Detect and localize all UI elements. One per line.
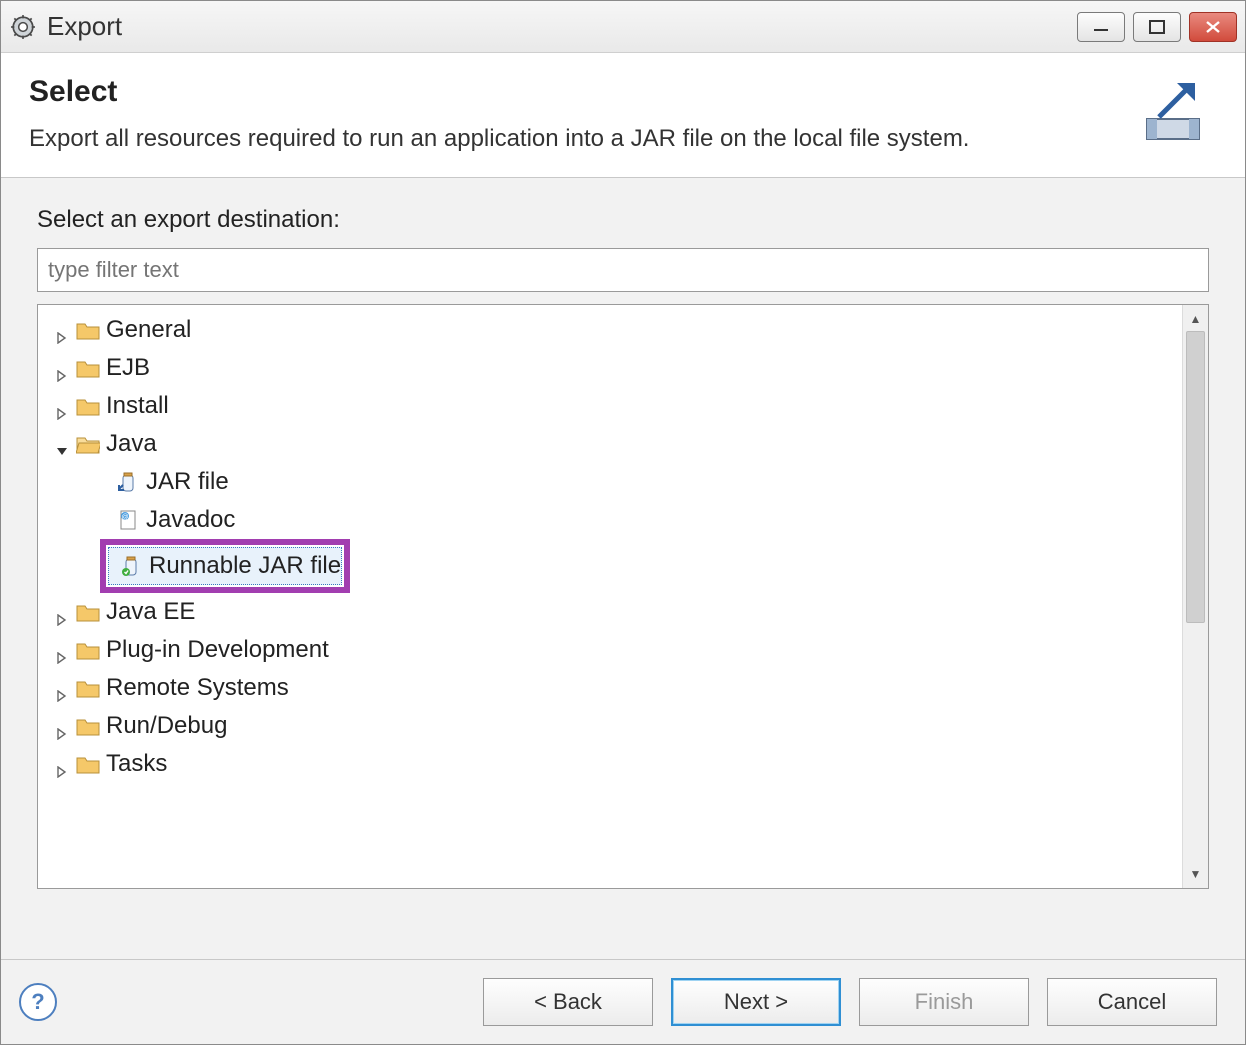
folder-icon [76,716,100,736]
folder-icon [76,358,100,378]
scrollbar[interactable]: ▲ ▼ [1182,305,1208,888]
tree-item-general[interactable]: General [48,311,1178,349]
highlight-annotation: Runnable JAR file [100,539,350,593]
wizard-header: Select Export all resources required to … [1,53,1245,178]
tree-item-label: JAR file [146,468,229,496]
tree-item-label: Javadoc [146,506,235,534]
tree-item-jar-file[interactable]: JAR file [48,463,1178,501]
tree-item-runnable-jar[interactable]: Runnable JAR file [108,547,342,585]
chevron-right-icon [56,399,70,413]
tree-item-java-ee[interactable]: Java EE [48,593,1178,631]
scroll-thumb[interactable] [1186,331,1205,623]
chevron-down-icon [56,437,70,451]
folder-icon [76,602,100,622]
javadoc-icon: @ [118,509,140,531]
folder-icon [76,640,100,660]
page-title: Select [29,75,1119,109]
chevron-right-icon [56,681,70,695]
window-icon [9,13,37,41]
chevron-right-icon [56,605,70,619]
window-title: Export [47,11,122,42]
jar-icon [118,471,140,493]
scroll-up-icon[interactable]: ▲ [1183,307,1208,331]
tree-item-remote-systems[interactable]: Remote Systems [48,669,1178,707]
finish-button[interactable]: Finish [859,978,1029,1026]
tree-item-label: EJB [106,354,150,382]
window-controls [1077,12,1237,42]
tree-item-plugin-dev[interactable]: Plug-in Development [48,631,1178,669]
folder-icon [76,320,100,340]
chevron-right-icon [56,757,70,771]
tree-container: General EJB Install Java [37,304,1209,889]
help-button[interactable]: ? [19,983,57,1021]
folder-icon [76,396,100,416]
next-button[interactable]: Next > [671,978,841,1026]
maximize-button[interactable] [1133,12,1181,42]
tree-item-run-debug[interactable]: Run/Debug [48,707,1178,745]
minimize-button[interactable] [1077,12,1125,42]
tree-item-label: Runnable JAR file [149,552,341,580]
tree-item-label: Remote Systems [106,674,289,702]
export-wizard-window: Export Select Export all resources requi… [0,0,1246,1045]
folder-icon [76,678,100,698]
cancel-button[interactable]: Cancel [1047,978,1217,1026]
scroll-down-icon[interactable]: ▼ [1183,862,1208,886]
filter-input[interactable] [37,248,1209,292]
tree-item-label: Install [106,392,169,420]
page-description: Export all resources required to run an … [29,123,1119,155]
titlebar: Export [1,1,1245,53]
tree-item-label: Tasks [106,750,167,778]
tree-item-java[interactable]: Java [48,425,1178,463]
chevron-right-icon [56,719,70,733]
wizard-footer: ? < Back Next > Finish Cancel [1,959,1245,1044]
svg-text:@: @ [121,514,128,521]
folder-open-icon [76,434,100,454]
runnable-jar-icon [121,555,143,577]
tree-item-label: Run/Debug [106,712,227,740]
export-tree[interactable]: General EJB Install Java [38,305,1182,888]
tree-item-label: Java [106,430,157,458]
back-button[interactable]: < Back [483,978,653,1026]
wizard-body: Select an export destination: General EJ… [1,178,1245,959]
tree-item-label: Java EE [106,598,195,626]
chevron-right-icon [56,361,70,375]
tree-item-install[interactable]: Install [48,387,1178,425]
close-button[interactable] [1189,12,1237,42]
destination-label: Select an export destination: [37,206,1209,234]
tree-item-tasks[interactable]: Tasks [48,745,1178,783]
tree-item-label: Plug-in Development [106,636,329,664]
scroll-track[interactable] [1183,331,1208,862]
chevron-right-icon [56,323,70,337]
chevron-right-icon [56,643,70,657]
folder-icon [76,754,100,774]
tree-item-label: General [106,316,191,344]
tree-item-javadoc[interactable]: @ Javadoc [48,501,1178,539]
tree-item-ejb[interactable]: EJB [48,349,1178,387]
export-icon [1139,75,1211,147]
